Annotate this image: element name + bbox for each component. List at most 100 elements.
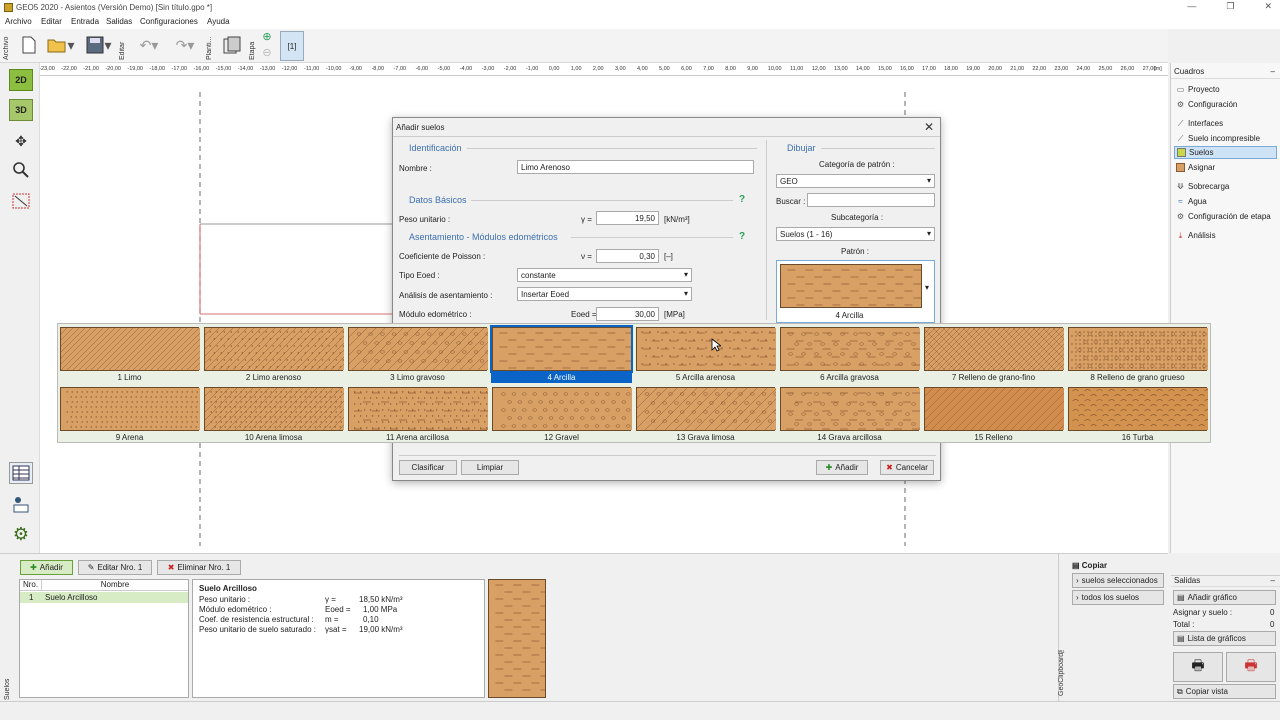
menu-ayuda[interactable]: Ayuda	[207, 17, 230, 26]
pattern-option[interactable]: 16 Turba	[1067, 386, 1211, 443]
section-datos-basicos: Datos Básicos	[409, 195, 467, 205]
menu-editar[interactable]: Editar	[41, 17, 62, 26]
suelos-side-tab[interactable]: Suelos	[4, 672, 11, 700]
close-icon[interactable]: ✕	[1264, 1, 1272, 12]
ruler-tick-label: -8,00	[371, 66, 385, 72]
pattern-option[interactable]: 7 Relleno de grano-fino	[882, 326, 1106, 383]
redo-icon[interactable]: ↷▾	[170, 33, 200, 57]
collapse-icon[interactable]: –	[1271, 576, 1275, 585]
pattern-option[interactable]: 11 Arena arcillosa	[347, 386, 488, 443]
frame-interfaces[interactable]: ⟋ Interfaces	[1174, 117, 1277, 130]
pattern-option[interactable]: 9 Arena	[59, 386, 200, 443]
close-icon[interactable]: ✕	[924, 120, 934, 134]
print-pdf-icon[interactable]: 🖶	[1226, 652, 1276, 682]
pattern-option[interactable]: 13 Grava limosa	[594, 386, 818, 443]
pattern-option[interactable]: 4 Arcilla	[490, 325, 634, 383]
frame-suelos[interactable]: Suelos	[1174, 146, 1277, 159]
anadir-button[interactable]: ✚ Añadir	[816, 460, 868, 475]
frame-sobrecarga[interactable]: ⟱ Sobrecarga	[1174, 180, 1277, 193]
frame-agua[interactable]: ≈ Agua	[1174, 195, 1277, 208]
pattern-label: 14 Grava arcillosa	[817, 433, 882, 442]
buscar-input[interactable]	[807, 193, 935, 207]
cancelar-button[interactable]: ✖ Cancelar	[880, 460, 934, 475]
menu-archivo[interactable]: Archivo	[5, 17, 32, 26]
pattern-option[interactable]: 10 Arena limosa	[162, 386, 382, 443]
clasificar-button[interactable]: Clasificar	[399, 460, 457, 475]
detail-symbol: γ =	[325, 595, 336, 604]
detail-symbol: Eoed =	[325, 605, 351, 614]
limpiar-button[interactable]: Limpiar	[461, 460, 519, 475]
peso-input[interactable]: 19,50	[596, 211, 659, 225]
open-folder-icon[interactable]: ▾	[46, 33, 76, 57]
menu-entrada[interactable]: Entrada	[71, 17, 99, 26]
pattern-label: 7 Relleno de grano-fino	[951, 373, 1036, 382]
maximize-icon[interactable]: ❐	[1226, 1, 1234, 12]
pattern-option[interactable]: 14 Grava arcillosa	[779, 386, 920, 443]
edit-soil-button[interactable]: ✎ Editar Nro. 1	[78, 560, 152, 575]
categoria-select[interactable]: GEO	[776, 174, 935, 188]
save-icon[interactable]: ▾	[83, 33, 115, 57]
help-icon[interactable]: ?	[739, 231, 745, 242]
analisis-label: Análisis de asentamiento :	[399, 291, 493, 300]
table-view-icon[interactable]	[9, 462, 33, 484]
text-style-icon[interactable]	[9, 493, 33, 515]
nombre-input[interactable]: Limo Arenoso	[517, 160, 754, 174]
remove-stage-icon[interactable]: ⊖	[261, 46, 273, 59]
pattern-option[interactable]: 3 Limo gravoso	[306, 326, 530, 383]
frame-configuracion[interactable]: ⚙ Configuración	[1174, 98, 1277, 111]
tipo-select[interactable]: constante	[517, 268, 692, 282]
table-row[interactable]: 1 Suelo Arcilloso	[20, 592, 188, 603]
delete-soil-button[interactable]: ✖ Eliminar Nro. 1	[157, 560, 241, 575]
undo-icon[interactable]: ↶▾	[134, 33, 164, 57]
subcategoria-select[interactable]: Suelos (1 - 16)	[776, 227, 935, 241]
pattern-option[interactable]: 1 Limo	[18, 326, 242, 383]
frame-configuracion-etapa[interactable]: ⚙ Configuración de etapa	[1174, 210, 1277, 223]
frame-proyecto[interactable]: ▭ Proyecto	[1174, 83, 1277, 96]
graph-list-button[interactable]: ▤ Lista de gráficos	[1173, 631, 1276, 646]
cuadros-panel: Cuadros – ▭ Proyecto ⚙ Configuración ⟋ Inter…	[1170, 63, 1280, 587]
template-icon[interactable]	[220, 33, 244, 57]
print-icon[interactable]: 🖶	[1173, 652, 1223, 682]
copy-selected-soils-button[interactable]: › suelos seleccionados	[1072, 573, 1164, 588]
row-nombre: Suelo Arcilloso	[45, 593, 98, 602]
interfaces-icon: ⟋	[1177, 119, 1184, 128]
ruler-tick-label: 0,00	[548, 66, 560, 72]
frame-analisis[interactable]: ⤓ Análisis	[1174, 229, 1277, 242]
stage-1-tab[interactable]: [1]	[280, 31, 304, 61]
move-icon[interactable]: ✥	[9, 130, 33, 152]
menu-salidas[interactable]: Salidas	[106, 17, 132, 26]
pattern-option[interactable]: 6 Arcilla gravosa	[779, 326, 921, 383]
view-2d-button[interactable]: 2D	[9, 69, 33, 91]
settings-gear-icon[interactable]: ⚙	[9, 523, 33, 545]
menu-configuraciones[interactable]: Configuraciones	[140, 17, 198, 26]
patron-select[interactable]: ▾ 4 Arcilla	[776, 260, 935, 323]
pattern-option[interactable]: 5 Arcilla arenosa	[635, 326, 777, 383]
pattern-option[interactable]: 15 Relleno	[882, 386, 1102, 443]
add-graph-button[interactable]: ▤ Añadir gráfico	[1173, 590, 1276, 605]
copy-all-soils-button[interactable]: › todos los suelos	[1072, 590, 1164, 605]
ruler-tick-label: 23,00	[1054, 66, 1069, 72]
frame-asignar[interactable]: Asignar	[1174, 161, 1277, 174]
help-icon[interactable]: ?	[739, 194, 745, 205]
pattern-option[interactable]: 12 Gravel	[491, 386, 632, 443]
copy-view-button[interactable]: ⧉ Copiar vista	[1173, 684, 1276, 699]
pattern-option[interactable]: 8 Relleno de grano grueso	[1067, 326, 1208, 383]
analisis-select[interactable]: Insertar Eoed	[517, 287, 692, 301]
total-label: Total :	[1173, 620, 1195, 629]
zoom-icon[interactable]	[9, 159, 33, 181]
add-stage-icon[interactable]: ⊕	[261, 30, 273, 43]
collapse-icon[interactable]: –	[1271, 67, 1275, 76]
poisson-input[interactable]: 0,30	[596, 249, 659, 263]
pattern-option[interactable]: 2 Limo arenoso	[162, 326, 381, 383]
col-header-nro[interactable]: Nro.	[20, 580, 42, 591]
frame-suelo-incompresible[interactable]: ⟋ Suelo incompresible	[1174, 132, 1277, 145]
zoom-extents-icon[interactable]	[9, 190, 33, 212]
modulo-input[interactable]: 30,00	[596, 307, 659, 321]
add-soil-button[interactable]: ✚ Añadir	[20, 560, 73, 575]
col-header-nombre[interactable]: Nombre	[42, 580, 188, 591]
minimize-icon[interactable]: —	[1187, 1, 1196, 12]
new-file-icon[interactable]	[18, 33, 40, 57]
view-3d-button[interactable]: 3D	[9, 99, 33, 121]
ruler-tick-label: -15,00	[215, 66, 232, 72]
vertical-divider	[766, 140, 767, 320]
